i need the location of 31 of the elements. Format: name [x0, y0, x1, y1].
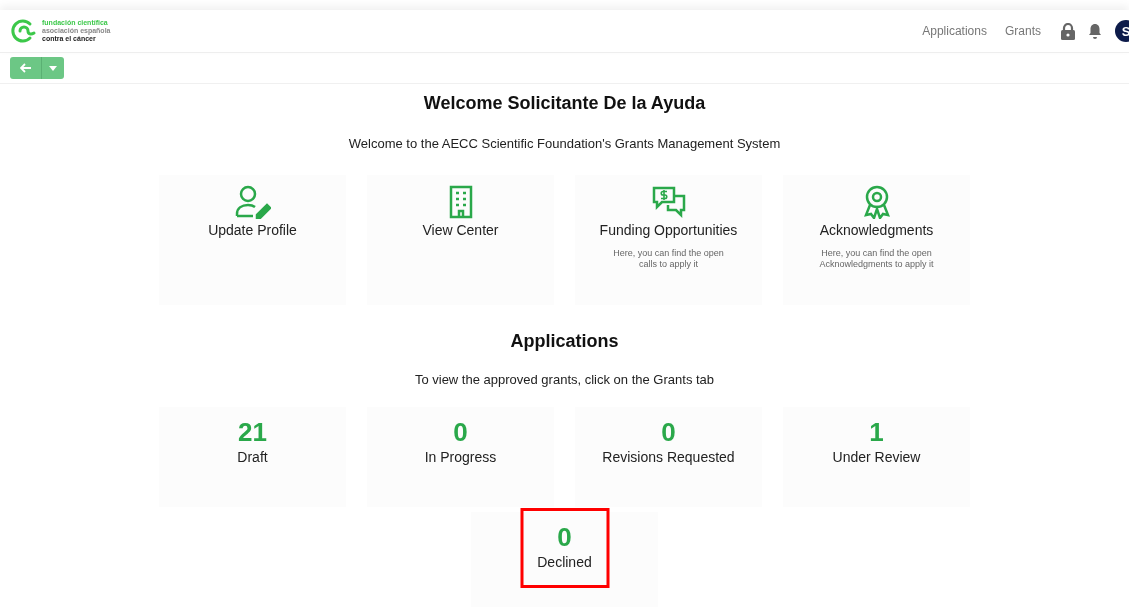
status-label: Revisions Requested	[602, 449, 735, 465]
nav-link[interactable]: Applications	[922, 24, 987, 38]
chat-dollar-icon	[650, 185, 687, 219]
back-button[interactable]	[10, 57, 42, 79]
card-title: Funding Opportunities	[599, 222, 738, 238]
section-subtitle: To view the approved grants, click on the Grants tab	[414, 372, 715, 387]
status-count: 21	[238, 417, 267, 447]
status-label: Draft	[237, 449, 268, 465]
status-count: 0	[661, 417, 676, 447]
user-avatar[interactable]: S	[1115, 20, 1129, 42]
nav-link[interactable]: Grants	[1005, 24, 1041, 38]
arrow-left-icon	[19, 63, 32, 73]
welcome-subtitle: Welcome to the AECC Scientific Foundation's Grants Management System	[348, 136, 781, 151]
status-count: 1	[869, 417, 884, 447]
card-description: Here, you can find the open Acknowledgments to apply it	[818, 248, 935, 270]
status-count: 0	[557, 522, 572, 552]
card-title: View Center	[422, 222, 499, 238]
status-count: 0	[453, 417, 468, 447]
status-label: Under Review	[832, 449, 921, 465]
status-label: Declined	[537, 554, 592, 570]
section-title: Applications	[510, 331, 619, 352]
card-title: Acknowledgments	[819, 222, 934, 238]
status-label: In Progress	[424, 449, 497, 465]
caret-icon	[49, 65, 57, 71]
card-description: Here, you can find the open calls to apply it	[612, 248, 725, 270]
welcome-title: Welcome Solicitante De la Ayuda	[423, 93, 706, 114]
bell-icon[interactable]	[1089, 23, 1101, 39]
user-edit-icon	[234, 185, 271, 219]
logo-icon	[10, 19, 38, 43]
lock-icon[interactable]	[1061, 22, 1075, 40]
card-title: Update Profile	[208, 222, 297, 238]
